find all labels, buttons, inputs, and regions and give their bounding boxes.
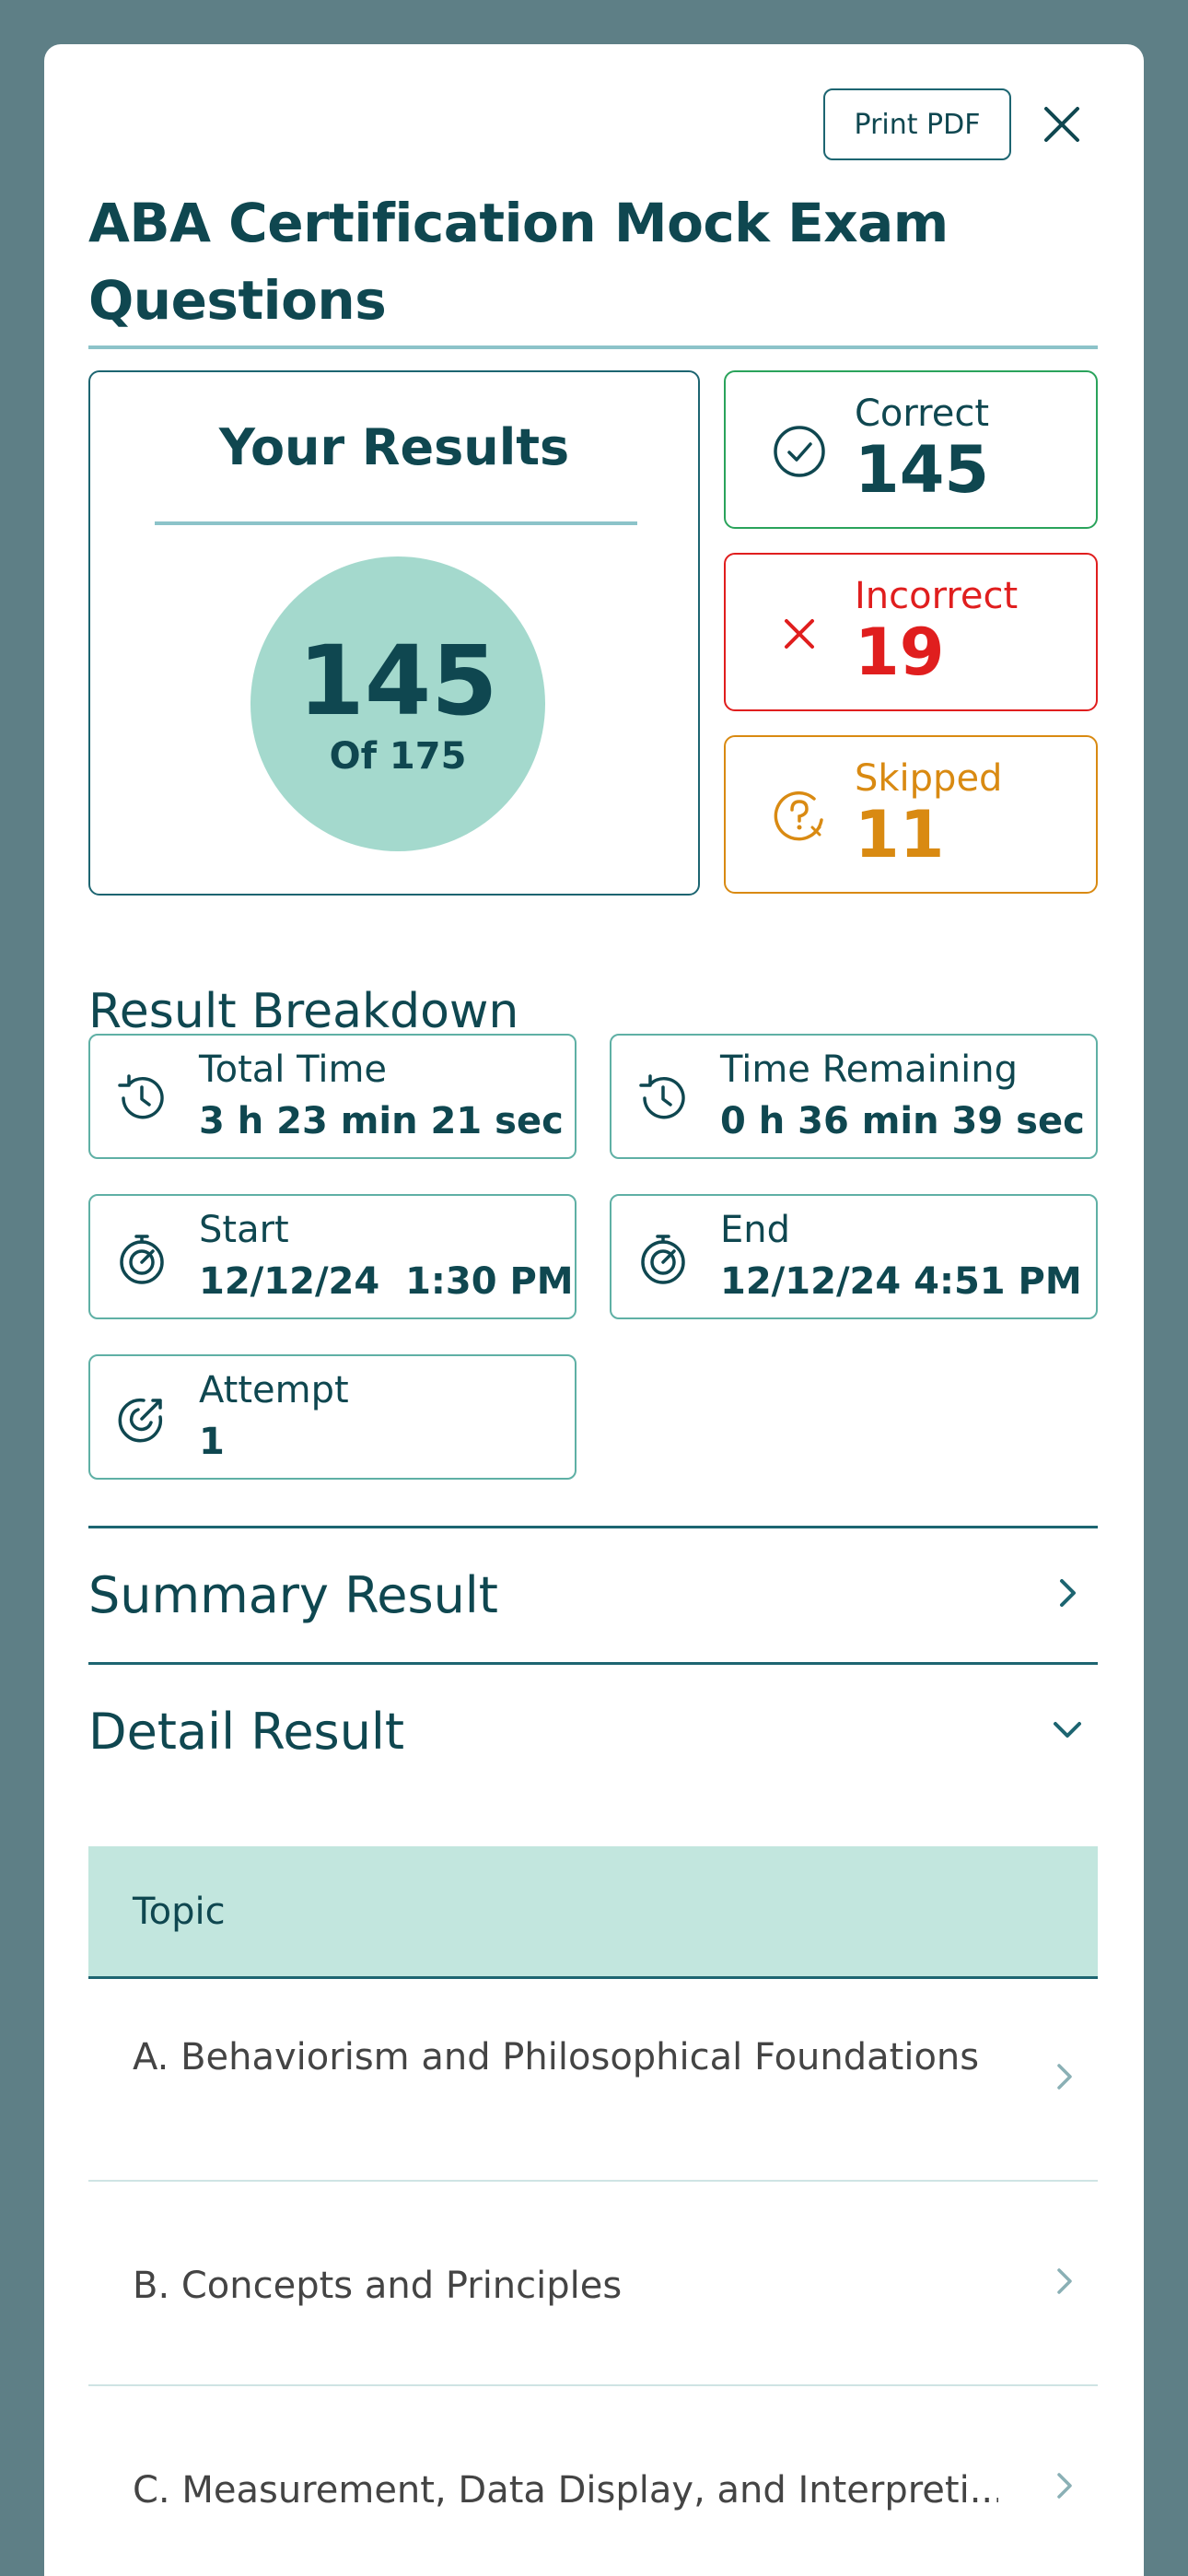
correct-value: 145 xyxy=(855,432,990,508)
chevron-right-icon xyxy=(1060,1579,1076,1607)
start-label: Start xyxy=(199,1209,289,1251)
topic-table-header: Topic xyxy=(88,1846,1098,1979)
topic-column-header: Topic xyxy=(133,1891,226,1933)
incorrect-value: 19 xyxy=(855,615,945,690)
print-pdf-button[interactable]: Print PDF xyxy=(823,88,1011,160)
incorrect-label: Incorrect xyxy=(855,575,1019,617)
total-time-label: Total Time xyxy=(199,1048,388,1091)
end-card: End 12/12/24 4:51 PM xyxy=(610,1194,1098,1319)
skipped-card: Skipped 11 xyxy=(724,735,1098,894)
start-card: Start 12/12/24 1:30 PM xyxy=(88,1194,577,1319)
chevron-right-icon xyxy=(1057,2268,1072,2294)
target-arrow-icon xyxy=(118,1398,163,1443)
skipped-label: Skipped xyxy=(855,757,1003,800)
score-circle: 145 Of 175 xyxy=(250,556,545,851)
summary-result-label: Summary Result xyxy=(88,1566,498,1624)
topic-label: C. Measurement, Data Display, and Interp… xyxy=(133,2469,998,2512)
section-divider xyxy=(88,1662,1098,1665)
score-total: Of 175 xyxy=(329,735,467,778)
modal-toolbar: Print PDF xyxy=(44,88,1144,162)
stopwatch-icon xyxy=(120,1235,164,1284)
results-modal: Print PDF ABA Certification Mock Exam Qu… xyxy=(44,44,1144,2576)
attempt-card: Attempt 1 xyxy=(88,1354,577,1480)
time-remaining-label: Time Remaining xyxy=(720,1048,1019,1091)
topic-row[interactable]: C. Measurement, Data Display, and Interp… xyxy=(88,2388,1098,2576)
results-heading: Your Results xyxy=(218,418,570,476)
correct-label: Correct xyxy=(855,392,989,435)
history-icon xyxy=(639,1074,685,1119)
detail-result-accordion[interactable]: Detail Result xyxy=(88,1666,1098,1797)
time-remaining-value: 0 h 36 min 39 sec xyxy=(720,1100,1085,1142)
history-icon xyxy=(118,1074,164,1119)
incorrect-card: Incorrect 19 xyxy=(724,553,1098,711)
chevron-down-icon xyxy=(1054,1722,1081,1738)
skipped-value: 11 xyxy=(855,797,945,872)
section-divider xyxy=(88,1526,1098,1528)
results-divider xyxy=(155,521,637,525)
x-icon xyxy=(785,619,814,649)
topic-label: B. Concepts and Principles xyxy=(133,2265,623,2307)
chevron-right-icon xyxy=(1057,2064,1072,2090)
summary-result-accordion[interactable]: Summary Result xyxy=(88,1529,1098,1660)
start-value: 12/12/24 1:30 PM xyxy=(199,1260,574,1303)
your-results-card: Your Results 145 Of 175 xyxy=(88,370,700,896)
end-label: End xyxy=(720,1209,791,1251)
close-icon[interactable] xyxy=(1039,101,1085,147)
total-time-value: 3 h 23 min 21 sec xyxy=(199,1100,564,1142)
time-remaining-card: Time Remaining 0 h 36 min 39 sec xyxy=(610,1034,1098,1159)
check-circle-icon xyxy=(774,426,825,477)
topic-row[interactable]: B. Concepts and Principles xyxy=(88,2184,1098,2386)
title-divider xyxy=(88,345,1098,349)
end-value: 12/12/24 4:51 PM xyxy=(720,1260,1082,1303)
page-title: ABA Certification Mock Exam Questions xyxy=(88,192,949,332)
stopwatch-icon xyxy=(641,1235,685,1284)
attempt-label: Attempt xyxy=(199,1369,349,1411)
total-time-card: Total Time 3 h 23 min 21 sec xyxy=(88,1034,577,1159)
score-value: 145 xyxy=(297,625,498,737)
result-breakdown-title: Result Breakdown xyxy=(88,984,519,1039)
detail-result-label: Detail Result xyxy=(88,1703,405,1761)
correct-card: Correct 145 xyxy=(724,370,1098,529)
topic-row[interactable]: A. Behaviorism and Philosophical Foundat… xyxy=(88,1979,1098,2182)
chevron-right-icon xyxy=(1057,2473,1072,2499)
question-circle-icon xyxy=(774,790,823,841)
topic-label: A. Behaviorism and Philosophical Foundat… xyxy=(133,2036,980,2078)
attempt-value: 1 xyxy=(199,1421,225,1463)
